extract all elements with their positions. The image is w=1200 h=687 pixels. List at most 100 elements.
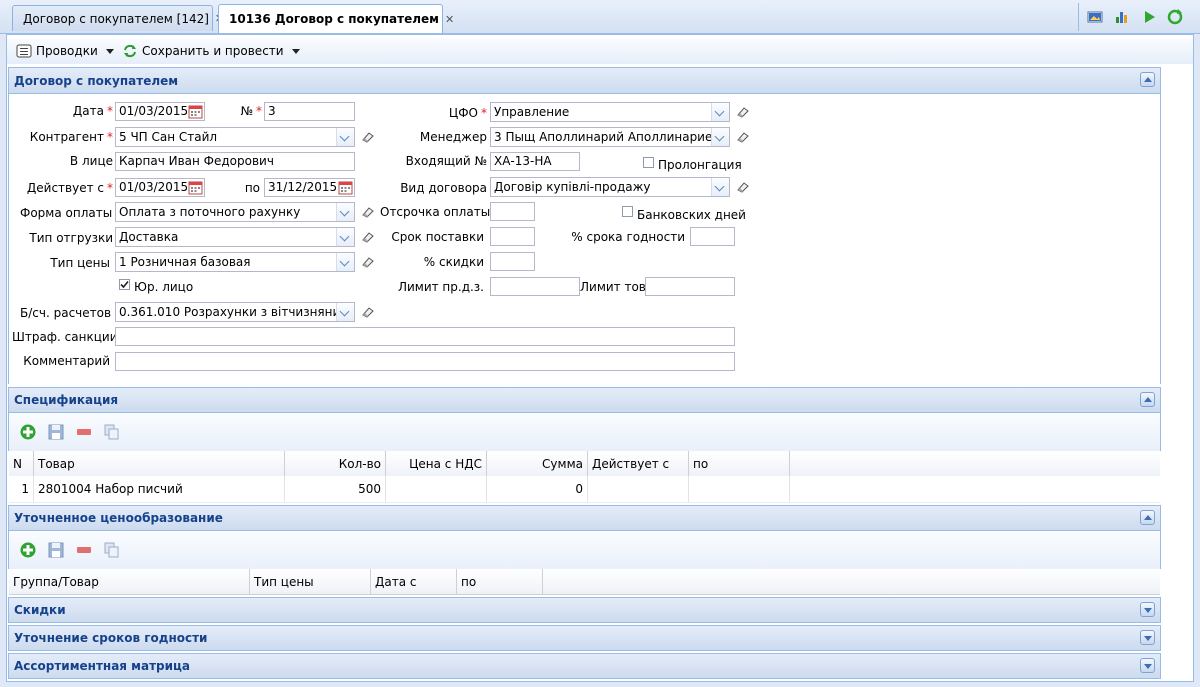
- expand-icon[interactable]: [1140, 602, 1155, 617]
- manager-select[interactable]: 3 Пыщ Аполлинарий Аполлинариевич: [490, 127, 730, 147]
- number-field[interactable]: 3: [264, 102, 355, 121]
- eraser-icon[interactable]: [361, 230, 375, 244]
- column-header[interactable]: по: [689, 451, 790, 476]
- add-icon[interactable]: [20, 542, 36, 558]
- chart-icon[interactable]: [1113, 8, 1131, 26]
- tab-contract-detail[interactable]: 10136 Договор с покупателем ✕: [218, 4, 454, 33]
- postings-button[interactable]: Проводки: [16, 43, 114, 59]
- calendar-icon[interactable]: [188, 104, 203, 119]
- in-person-field[interactable]: Карпач Иван Федорович: [115, 152, 355, 171]
- payment-delay-field[interactable]: [490, 202, 535, 221]
- column-header[interactable]: Группа/Товар: [9, 569, 250, 594]
- payment-form-select[interactable]: Оплата з поточного рахунку: [115, 202, 355, 222]
- delete-icon[interactable]: [76, 424, 92, 440]
- chevron-down-icon[interactable]: [711, 103, 729, 121]
- specification-panel-header[interactable]: Спецификация: [8, 387, 1161, 413]
- column-header[interactable]: N: [9, 451, 34, 476]
- add-icon[interactable]: [20, 424, 36, 440]
- chevron-down-icon[interactable]: [336, 203, 354, 221]
- expand-icon[interactable]: [1140, 630, 1155, 645]
- chevron-down-icon[interactable]: [336, 228, 354, 246]
- payment-form-label: Форма оплаты: [20, 206, 113, 220]
- counterparty-select[interactable]: 5 ЧП Сан Стайл: [115, 127, 355, 147]
- account-label: Б/сч. расчетов: [20, 306, 112, 320]
- eraser-icon[interactable]: [361, 305, 375, 319]
- delete-icon[interactable]: [76, 542, 92, 558]
- shelf-life-panel-header[interactable]: Уточнение сроков годности: [8, 625, 1161, 651]
- price-type-label: Тип цены: [50, 256, 110, 270]
- chevron-down-icon[interactable]: [711, 178, 729, 196]
- column-header[interactable]: Цена с НДС: [386, 451, 487, 476]
- checkmark-icon: [120, 280, 129, 289]
- penalties-field[interactable]: [115, 327, 735, 346]
- panel-title: Договор с покупателем: [14, 73, 179, 88]
- pricing-panel-header[interactable]: Уточненное ценообразование: [8, 505, 1161, 531]
- chevron-down-icon[interactable]: [336, 253, 354, 271]
- column-header[interactable]: Сумма: [487, 451, 588, 476]
- panel-title: Ассортиментная матрица: [14, 659, 191, 673]
- price-type-select[interactable]: 1 Розничная базовая: [115, 252, 355, 272]
- tab-contracts-list[interactable]: Договор с покупателем [142] ✕: [12, 5, 224, 31]
- save-and-post-button[interactable]: Сохранить и провести: [122, 43, 300, 59]
- column-header[interactable]: Действует с: [588, 451, 689, 476]
- column-header[interactable]: Кол-во: [285, 451, 386, 476]
- image-icon[interactable]: [1086, 8, 1104, 26]
- assortment-matrix-panel-header[interactable]: Ассортиментная матрица: [8, 653, 1161, 679]
- valid-to-field[interactable]: 31/12/2015: [264, 178, 355, 197]
- quantity-cell[interactable]: 500: [285, 476, 386, 502]
- contract-type-select[interactable]: Договір купівлі-продажу: [490, 177, 730, 197]
- column-header[interactable]: Товар: [34, 451, 285, 476]
- discount-field[interactable]: [490, 252, 535, 271]
- eraser-icon[interactable]: [361, 205, 375, 219]
- cfo-select[interactable]: Управление: [490, 102, 730, 122]
- valid-to-cell[interactable]: [689, 476, 790, 502]
- collapse-icon[interactable]: [1140, 510, 1155, 525]
- chevron-down-icon[interactable]: [711, 128, 729, 146]
- shipment-type-select[interactable]: Доставка: [115, 227, 355, 247]
- date-field[interactable]: 01/03/2015: [115, 102, 205, 121]
- price-cell[interactable]: [386, 476, 487, 502]
- limit-pr-label: Лимит пр.д.з.: [397, 280, 484, 294]
- legal-entity-checkbox[interactable]: [119, 279, 130, 290]
- collapse-icon[interactable]: [1140, 72, 1155, 87]
- collapse-icon[interactable]: [1140, 392, 1155, 407]
- expand-icon[interactable]: [1140, 658, 1155, 673]
- table-row[interactable]: 1 2801004 Набор писчий 500 0: [9, 476, 1160, 503]
- eraser-icon[interactable]: [361, 255, 375, 269]
- eraser-icon[interactable]: [736, 180, 750, 194]
- calendar-icon[interactable]: [338, 180, 353, 195]
- column-header[interactable]: Дата с: [371, 569, 457, 594]
- product-cell[interactable]: 2801004 Набор писчий: [34, 476, 285, 502]
- refresh-icon[interactable]: [1166, 8, 1184, 26]
- eraser-icon[interactable]: [361, 130, 375, 144]
- shelf-life-field[interactable]: [690, 227, 735, 246]
- save-icon[interactable]: [48, 542, 64, 558]
- discounts-panel-header[interactable]: Скидки: [8, 597, 1161, 623]
- limit-goods-field[interactable]: [645, 277, 735, 296]
- sum-cell[interactable]: 0: [487, 476, 588, 502]
- calendar-icon[interactable]: [188, 180, 203, 195]
- copy-icon[interactable]: [104, 424, 120, 440]
- chevron-down-icon[interactable]: [336, 128, 354, 146]
- valid-from-field[interactable]: 01/03/2015: [115, 178, 205, 197]
- copy-icon[interactable]: [104, 542, 120, 558]
- close-icon[interactable]: ✕: [445, 13, 454, 26]
- account-select[interactable]: 0.361.010 Розрахунки з вітчизняними п: [115, 302, 355, 322]
- bank-days-checkbox[interactable]: [622, 206, 633, 217]
- save-icon[interactable]: [48, 424, 64, 440]
- prolongation-checkbox[interactable]: [643, 157, 654, 168]
- eraser-icon[interactable]: [736, 105, 750, 119]
- panel-title: Уточненное ценообразование: [14, 511, 223, 525]
- chevron-down-icon[interactable]: [336, 303, 354, 321]
- column-header[interactable]: по: [457, 569, 543, 594]
- eraser-icon[interactable]: [736, 130, 750, 144]
- limit-pr-field[interactable]: [490, 277, 580, 296]
- contract-panel-header[interactable]: Договор с покупателем: [8, 67, 1161, 94]
- play-icon[interactable]: [1140, 8, 1158, 26]
- delivery-term-field[interactable]: [490, 227, 535, 246]
- panel-title: Скидки: [14, 603, 66, 617]
- valid-from-cell[interactable]: [588, 476, 689, 502]
- incoming-number-field[interactable]: ХА-13-НА: [490, 152, 580, 171]
- column-header[interactable]: Тип цены: [250, 569, 371, 594]
- comment-field[interactable]: [115, 352, 735, 371]
